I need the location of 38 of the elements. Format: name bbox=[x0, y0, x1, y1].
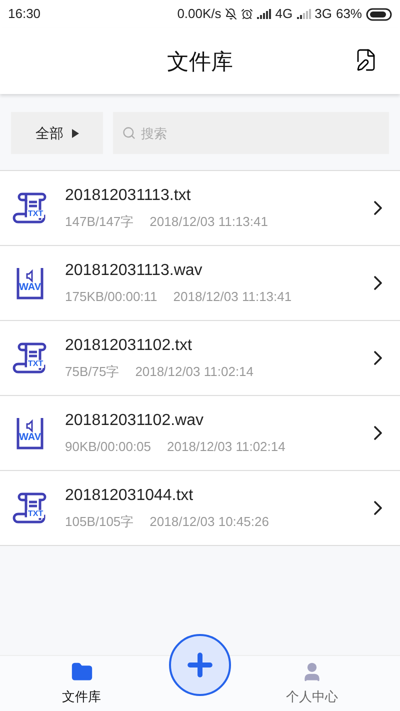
file-date: 2018/12/03 10:45:26 bbox=[150, 513, 269, 532]
nav-tab[interactable]: 个人中心 bbox=[286, 660, 338, 706]
file-size: 90KB/00:00:05 bbox=[65, 438, 152, 456]
file-size: 175KB/00:00:11 bbox=[65, 288, 158, 306]
file-size: 147B/147字 bbox=[65, 213, 134, 232]
battery-icon bbox=[366, 8, 392, 20]
file-name: 201812031113.wav bbox=[65, 261, 204, 282]
network-speed: 0.00K/s bbox=[177, 5, 222, 24]
status-time: 16:30 bbox=[8, 5, 41, 24]
file-row[interactable]: TXT 201812031113.txt 147B/147字 2018/12/03 11:13:41 bbox=[0, 171, 400, 246]
file-size: 105B/105字 bbox=[65, 513, 134, 532]
mute-icon bbox=[225, 8, 238, 20]
battery-percent: 63% bbox=[336, 5, 362, 24]
file-size: 75B/75字 bbox=[65, 363, 120, 382]
folder-icon bbox=[70, 660, 92, 683]
search-icon bbox=[122, 126, 136, 140]
page-title: 文件库 bbox=[167, 48, 233, 76]
alarm-icon bbox=[241, 8, 254, 20]
category-dropdown[interactable]: 全部 bbox=[11, 112, 103, 154]
network-label: 3G bbox=[314, 5, 332, 24]
network-label: 4G bbox=[275, 5, 293, 24]
file-row[interactable]: TXT 201812031102.txt 75B/75字 2018/12/03 11:02:14 bbox=[0, 321, 400, 396]
file-row[interactable]: WAV 201812031102.wav 90KB/00:00:05 2018/12/03 11:02:14 bbox=[0, 396, 400, 471]
file-row[interactable]: WAV 201812031113.wav 175KB/00:00:11 2018/12/03 11:13:41 bbox=[0, 246, 400, 321]
file-name: 201812031113.txt bbox=[65, 186, 192, 206]
file-date: 2018/12/03 11:13:41 bbox=[173, 288, 292, 306]
search-field[interactable]: 搜索 bbox=[113, 112, 389, 154]
file-date: 2018/12/03 11:02:14 bbox=[167, 438, 286, 456]
file-name: 201812031102.wav bbox=[65, 411, 204, 432]
nav-tab[interactable]: 文件库 bbox=[62, 660, 101, 706]
triangle-icon bbox=[72, 128, 78, 138]
file-name: 201812031102.txt bbox=[65, 336, 193, 356]
signal-icon bbox=[296, 9, 311, 19]
signal-icon bbox=[257, 9, 272, 19]
file-date: 2018/12/03 11:02:14 bbox=[135, 363, 254, 382]
file-date: 2018/12/03 11:13:41 bbox=[150, 213, 268, 232]
file-name: 201812031044.txt bbox=[65, 486, 194, 506]
file-row[interactable]: TXT 201812031044.txt 105B/105字 2018/12/03 10:45:26 bbox=[0, 471, 400, 546]
